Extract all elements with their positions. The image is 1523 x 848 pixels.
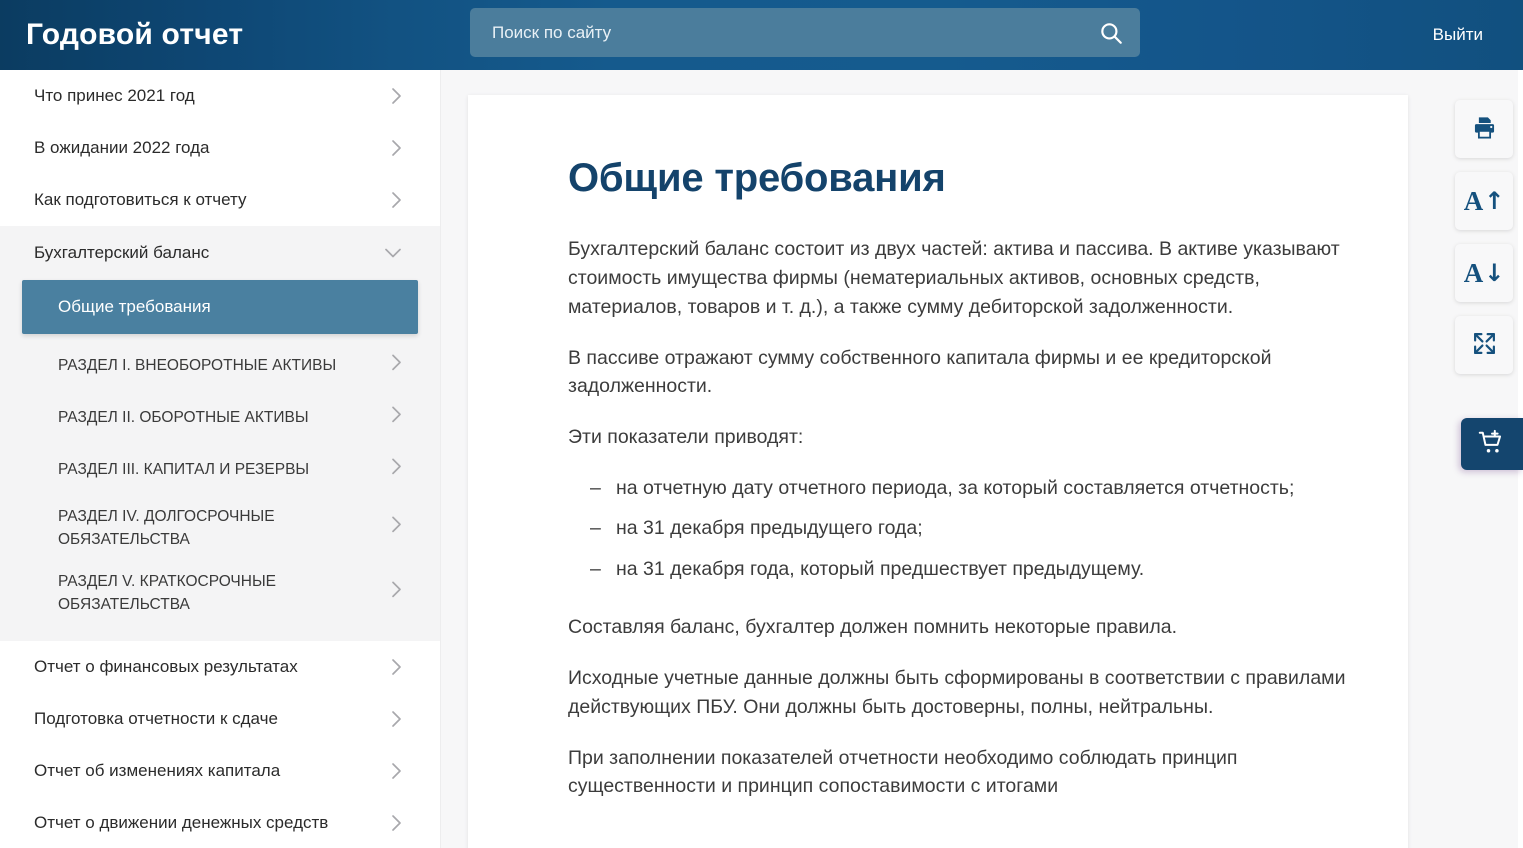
sidebar-item-preparation[interactable]: Подготовка отчетности к сдаче bbox=[0, 693, 440, 745]
sidebar-subnav: Общие требования РАЗДЕЛ I. ВНЕОБОРОТНЫЕ … bbox=[0, 280, 440, 625]
page-title: Общие требования bbox=[568, 156, 946, 200]
chevron-right-icon bbox=[391, 353, 402, 378]
font-decrease-icon: A ↓ bbox=[1463, 257, 1505, 288]
sidebar-subitem-label: РАЗДЕЛ V. КРАТКОСРОЧНЫЕ ОБЯЗАТЕЛЬСТВА bbox=[58, 572, 276, 613]
sidebar-subitem-section-1[interactable]: РАЗДЕЛ I. ВНЕОБОРОТНЫЕ АКТИВЫ bbox=[0, 340, 440, 392]
sidebar-item-capital-changes[interactable]: Отчет об изменениях капитала bbox=[0, 745, 440, 797]
increase-font-button[interactable]: A ↑ bbox=[1455, 172, 1513, 230]
chevron-right-icon bbox=[391, 457, 402, 482]
font-size-letter: A bbox=[1463, 257, 1484, 288]
sidebar-subitem-label: РАЗДЕЛ I. ВНЕОБОРОТНЫЕ АКТИВЫ bbox=[58, 357, 337, 375]
list-item: на 31 декабря предыдущего года; bbox=[590, 514, 1346, 543]
search-submit-button[interactable] bbox=[1082, 8, 1140, 57]
list-item: на отчетную дату отчетного периода, за к… bbox=[590, 474, 1346, 503]
content-area: Общие требования Бухгалтерский баланс со… bbox=[440, 70, 1523, 848]
sidebar-item-1[interactable]: В ожидании 2022 года bbox=[0, 122, 440, 174]
search-icon bbox=[1098, 20, 1124, 46]
sidebar-subitem-label: Общие требования bbox=[58, 297, 211, 317]
document-tools-toolbar: A ↑ A ↓ bbox=[1455, 100, 1513, 374]
sidebar-group-label: Бухгалтерский баланс bbox=[34, 242, 210, 262]
chevron-right-icon bbox=[391, 814, 402, 832]
document-card: Общие требования Бухгалтерский баланс со… bbox=[468, 95, 1408, 848]
sidebar-item-2[interactable]: Как подготовиться к отчету bbox=[0, 174, 440, 226]
sidebar-subitem-label: РАЗДЕЛ III. КАПИТАЛ И РЕЗЕРВЫ bbox=[58, 461, 310, 479]
cart-plus-icon bbox=[1478, 429, 1506, 460]
sidebar-item-label: Подготовка отчетности к сдаче bbox=[34, 708, 278, 728]
sidebar-item-label: Отчет о финансовых результатах bbox=[34, 656, 298, 676]
sidebar-subitem-label: РАЗДЕЛ II. ОБОРОТНЫЕ АКТИВЫ bbox=[58, 409, 309, 427]
paragraph-source-data: Исходные учетные данные должны быть сфор… bbox=[568, 666, 1346, 718]
logout-link[interactable]: Выйти bbox=[1433, 0, 1483, 70]
sidebar-item-financial-results[interactable]: Отчет о финансовых результатах bbox=[0, 641, 440, 693]
decrease-font-button[interactable]: A ↓ bbox=[1455, 244, 1513, 302]
chevron-right-icon bbox=[391, 191, 402, 209]
sidebar-navigation: Что принес 2021 год В ожидании 2022 года… bbox=[0, 70, 440, 848]
sidebar-item-label: Что принес 2021 год bbox=[34, 85, 195, 105]
arrow-down-icon: ↓ bbox=[1484, 259, 1505, 287]
font-size-letter: A bbox=[1463, 185, 1484, 216]
site-brand-title: Годовой отчет bbox=[26, 18, 244, 51]
indicators-list: на отчетную дату отчетного периода, за к… bbox=[568, 474, 1346, 583]
sidebar-group-balance: Бухгалтерский баланс Общие требования РА… bbox=[0, 226, 440, 641]
paragraph-rules: Составляя баланс, бухгалтер должен помни… bbox=[568, 615, 1178, 638]
sidebar-subitem-active[interactable]: Общие требования bbox=[22, 280, 418, 334]
chevron-right-icon bbox=[391, 139, 402, 157]
sidebar-subitem-section-4[interactable]: РАЗДЕЛ IV. ДОЛГОСРОЧНЫЕ ОБЯЗАТЕЛЬСТВА bbox=[0, 496, 440, 561]
sidebar-group-header[interactable]: Бухгалтерский баланс bbox=[0, 226, 440, 280]
chevron-right-icon bbox=[391, 87, 402, 105]
print-icon bbox=[1471, 114, 1498, 145]
font-increase-icon: A ↑ bbox=[1463, 185, 1505, 216]
search-input[interactable] bbox=[470, 8, 1082, 57]
sidebar-subitem-section-2[interactable]: РАЗДЕЛ II. ОБОРОТНЫЕ АКТИВЫ bbox=[0, 392, 440, 444]
top-header-bar: Годовой отчет Выйти bbox=[0, 0, 1523, 70]
sidebar-subitem-section-5[interactable]: РАЗДЕЛ V. КРАТКОСРОЧНЫЕ ОБЯЗАТЕЛЬСТВА bbox=[0, 561, 440, 626]
page-root: Годовой отчет Выйти Что принес 2021 год bbox=[0, 0, 1523, 848]
paragraph-indicators-lead: Эти показатели приводят: bbox=[568, 426, 804, 449]
chevron-right-icon bbox=[391, 516, 402, 541]
sidebar-item-label: Как подготовиться к отчету bbox=[34, 189, 247, 209]
chevron-right-icon bbox=[391, 405, 402, 430]
chevron-right-icon bbox=[391, 710, 402, 728]
paragraph-intro: Бухгалтерский баланс состоит из двух час… bbox=[568, 238, 1340, 318]
arrow-up-icon: ↑ bbox=[1484, 187, 1505, 215]
sidebar-item-0[interactable]: Что принес 2021 год bbox=[0, 70, 440, 122]
sidebar-item-label: Отчет о движении денежных средств bbox=[34, 812, 329, 832]
sidebar-item-label: В ожидании 2022 года bbox=[34, 137, 210, 157]
chevron-right-icon bbox=[391, 658, 402, 676]
sidebar-item-label: Отчет об изменениях капитала bbox=[34, 760, 281, 780]
list-item: на 31 декабря года, который предшествует… bbox=[590, 555, 1346, 584]
sidebar-subitem-section-3[interactable]: РАЗДЕЛ III. КАПИТАЛ И РЕЗЕРВЫ bbox=[0, 444, 440, 496]
chevron-down-icon bbox=[384, 248, 402, 259]
print-button[interactable] bbox=[1455, 100, 1513, 158]
paragraph-liabilities: В пассиве отражают сумму собственного ка… bbox=[568, 346, 1272, 398]
sidebar-item-cash-flow[interactable]: Отчет о движении денежных средств bbox=[0, 797, 440, 848]
chevron-right-icon bbox=[391, 580, 402, 605]
sidebar-subitem-label: РАЗДЕЛ IV. ДОЛГОСРОЧНЫЕ ОБЯЗАТЕЛЬСТВА bbox=[58, 508, 275, 549]
paragraph-materiality: При заполнении показателей отчетности не… bbox=[568, 746, 1238, 798]
fullscreen-button[interactable] bbox=[1455, 316, 1513, 374]
add-to-cart-tab[interactable] bbox=[1461, 418, 1523, 470]
search-box[interactable] bbox=[470, 8, 1140, 57]
fullscreen-icon bbox=[1472, 331, 1497, 360]
chevron-right-icon bbox=[391, 762, 402, 780]
